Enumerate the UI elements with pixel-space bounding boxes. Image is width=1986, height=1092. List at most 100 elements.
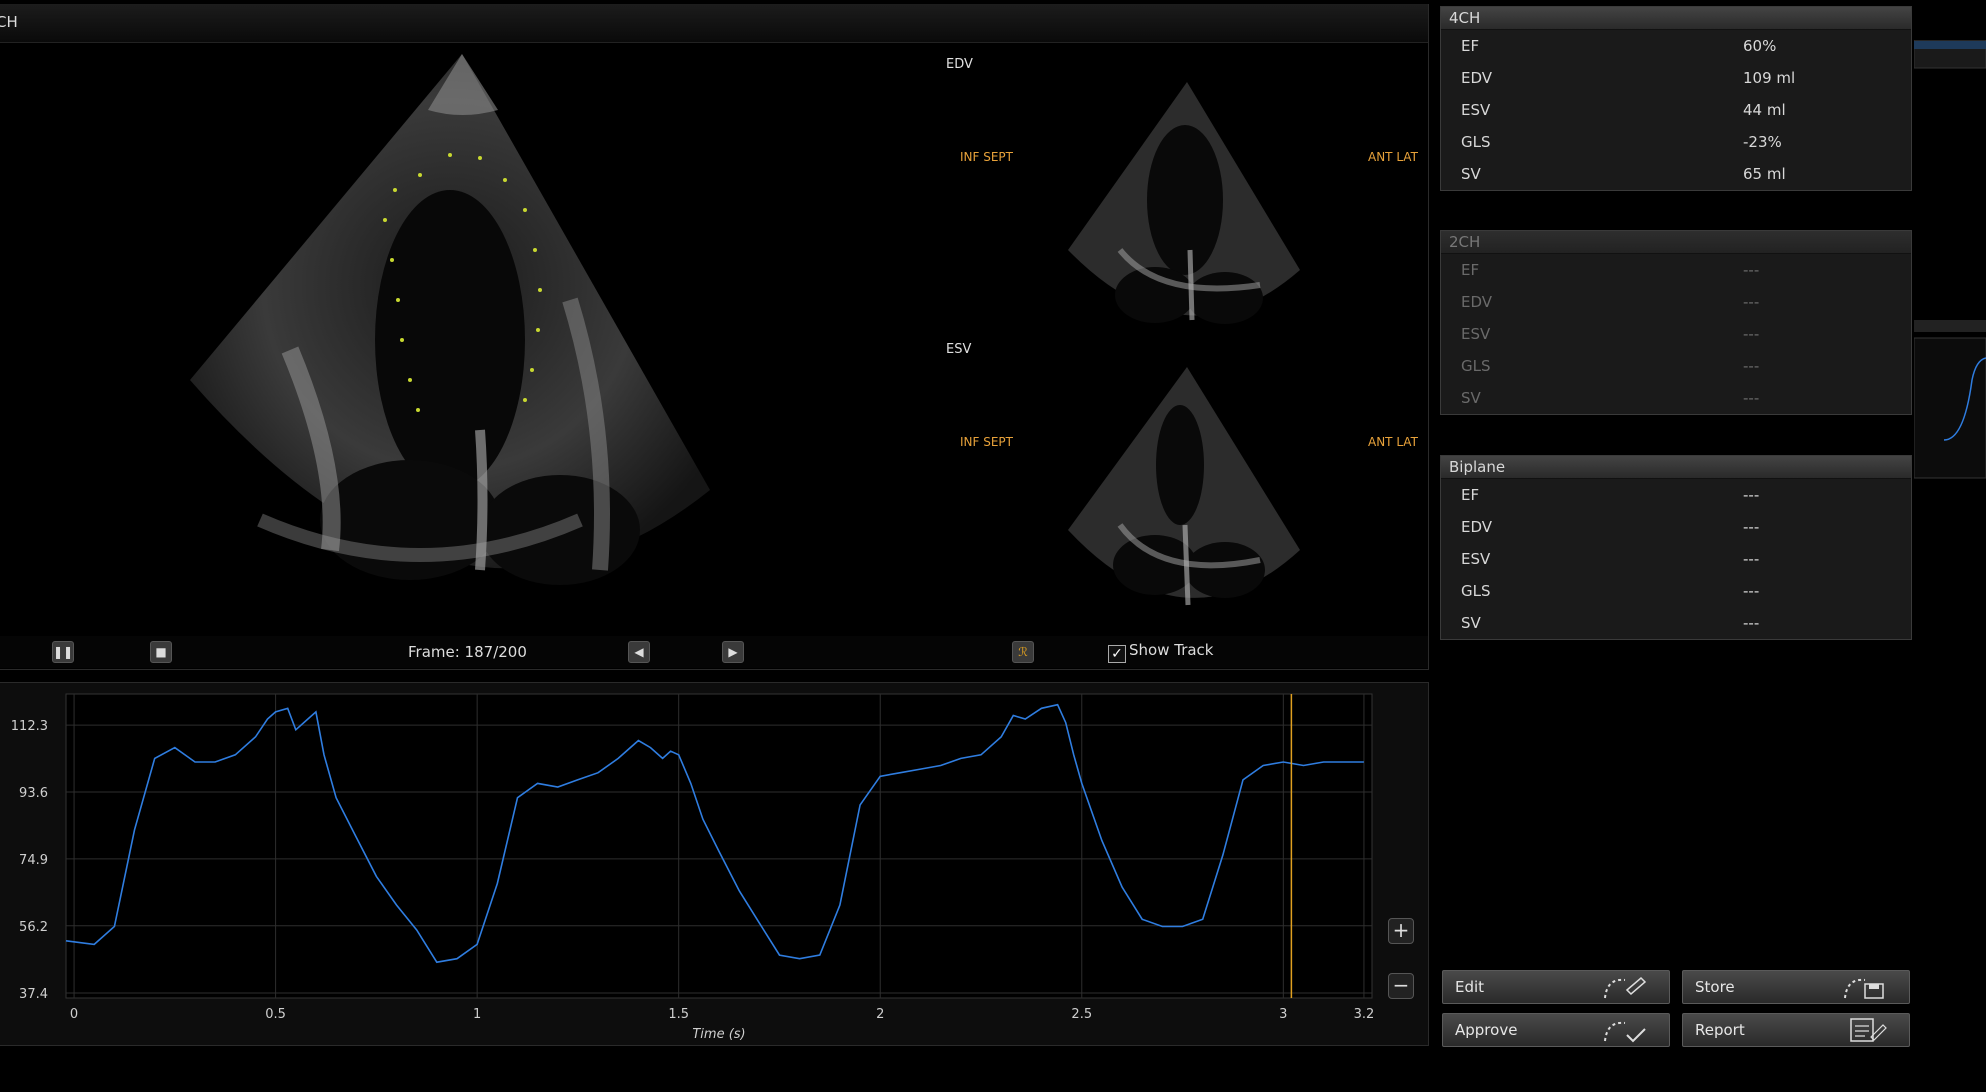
frame-counter: Frame: 187/200: [408, 643, 527, 661]
measurement-row: SV 65 ml: [1441, 158, 1911, 190]
zoom-in-button[interactable]: +: [1388, 918, 1414, 944]
esv-echo-image: [1068, 367, 1300, 606]
measurement-row: SV ---: [1441, 607, 1911, 639]
approve-button-label: Approve: [1455, 1021, 1518, 1039]
measurement-row: ESV ---: [1441, 318, 1911, 350]
volume-curve-chart: 0 0.5 1 1.5 2 2.5 3 3.2 112.3 93.6 74.9 56.2 37.4 Tim…: [11, 693, 1375, 1042]
measurement-value: ---: [1743, 614, 1760, 632]
measurement-name: EF: [1461, 37, 1480, 55]
measurement-row: ESV 44 ml: [1441, 94, 1911, 126]
viewer-title: CH: [0, 13, 18, 31]
x-tick-label: 1.5: [668, 1007, 689, 1022]
plus-icon: +: [1392, 918, 1410, 942]
measurement-name: ESV: [1461, 325, 1491, 343]
x-tick-label: 1: [473, 1007, 481, 1022]
panel-2ch: 2CH EF --- EDV --- ESV --- GLS --- SV ---: [1440, 230, 1912, 415]
panel-2ch-title: 2CH: [1441, 231, 1911, 254]
panel-4ch: 4CH EF 60% EDV 109 ml ESV 44 ml GLS -23% SV 65 ml: [1440, 6, 1912, 191]
playback-bar: ❚❚ ■ Frame: 187/200 ◀ ▶ ℛ ✓ Show Track: [0, 636, 1428, 668]
edit-button[interactable]: Edit: [1442, 970, 1670, 1004]
store-button-label: Store: [1695, 978, 1735, 996]
show-track-toggle[interactable]: ✓ Show Track: [1108, 641, 1214, 663]
measurement-name: ESV: [1461, 101, 1491, 119]
measurement-name: EDV: [1461, 518, 1493, 536]
measurement-value: -23%: [1743, 133, 1782, 151]
esv-inf-sept-marker: INF SEPT: [960, 435, 1013, 449]
measurement-row: EF ---: [1441, 254, 1911, 286]
x-tick-label: 2.5: [1071, 1007, 1092, 1022]
edv-inf-sept-marker: INF SEPT: [960, 150, 1013, 164]
zoom-out-button[interactable]: −: [1388, 973, 1414, 999]
minus-icon: −: [1392, 973, 1410, 997]
show-track-checkbox[interactable]: ✓: [1108, 645, 1126, 663]
stop-button[interactable]: ■: [150, 641, 172, 663]
measurement-name: EF: [1461, 486, 1480, 504]
panel-biplane-title: Biplane: [1441, 456, 1911, 479]
step-back-icon: ◀: [634, 645, 644, 659]
y-tick-label: 93.6: [19, 786, 48, 801]
edv-label: EDV: [946, 57, 973, 72]
pause-button[interactable]: ❚❚: [52, 641, 74, 663]
secondary-window-sliver: [1914, 40, 1986, 479]
edit-button-label: Edit: [1455, 978, 1485, 996]
measurement-value: ---: [1743, 582, 1760, 600]
x-tick-label: 2: [876, 1007, 884, 1022]
measurement-row: GLS ---: [1441, 350, 1911, 382]
y-tick-label: 74.9: [19, 853, 48, 868]
y-tick-label: 56.2: [19, 920, 48, 935]
edv-echo-image: [1068, 82, 1300, 324]
measurement-name: GLS: [1461, 357, 1491, 375]
measurement-row: GLS ---: [1441, 575, 1911, 607]
approve-contour-icon: [1604, 1021, 1646, 1043]
y-tick-label: 112.3: [11, 719, 48, 734]
edv-ant-lat-marker: ANT LAT: [1368, 150, 1418, 164]
measurement-value: ---: [1743, 357, 1760, 375]
measurement-value: ---: [1743, 486, 1760, 504]
measurement-row: EDV ---: [1441, 286, 1911, 318]
x-tick-label: 3.2: [1354, 1007, 1375, 1022]
store-button[interactable]: Store: [1682, 970, 1910, 1004]
measurement-value: ---: [1743, 293, 1760, 311]
step-back-button[interactable]: ◀: [628, 641, 650, 663]
measurement-name: EDV: [1461, 69, 1493, 87]
step-forward-icon: ▶: [728, 645, 738, 659]
esv-ant-lat-marker: ANT LAT: [1368, 435, 1418, 449]
measurement-row: EDV 109 ml: [1441, 62, 1911, 94]
report-icon: [1850, 1018, 1887, 1042]
plot-area: [65, 693, 1373, 999]
measurement-value: 44 ml: [1743, 101, 1786, 119]
measurement-row: GLS -23%: [1441, 126, 1911, 158]
measurement-value: ---: [1743, 389, 1760, 407]
measurement-value: ---: [1743, 550, 1760, 568]
track-icon: ℛ: [1018, 645, 1028, 659]
x-axis-title: Time (s): [692, 1027, 745, 1042]
measurement-row: ESV ---: [1441, 543, 1911, 575]
pause-icon: ❚❚: [53, 645, 74, 659]
measurement-value: ---: [1743, 518, 1760, 536]
measurement-name: GLS: [1461, 133, 1491, 151]
panel-biplane: Biplane EF --- EDV --- ESV --- GLS --- SV ---: [1440, 455, 1912, 640]
measurement-name: EDV: [1461, 293, 1493, 311]
measurement-name: SV: [1461, 165, 1481, 183]
measurement-row: SV ---: [1441, 382, 1911, 414]
measurement-row: EF ---: [1441, 479, 1911, 511]
measurement-value: 109 ml: [1743, 69, 1796, 87]
x-tick-label: 3: [1279, 1007, 1287, 1022]
measurement-name: ESV: [1461, 550, 1491, 568]
report-button[interactable]: Report: [1682, 1013, 1910, 1047]
x-tick-label: 0.5: [265, 1007, 286, 1022]
step-forward-button[interactable]: ▶: [722, 641, 744, 663]
store-contour-icon: [1844, 978, 1884, 999]
show-track-label: Show Track: [1129, 641, 1214, 659]
measurement-value: ---: [1743, 325, 1760, 343]
track-button[interactable]: ℛ: [1012, 641, 1034, 663]
measurement-name: EF: [1461, 261, 1480, 279]
measurement-value: ---: [1743, 261, 1760, 279]
viewer-title-bar: CH: [0, 4, 1428, 43]
x-tick-label: 0: [70, 1007, 78, 1022]
esv-label: ESV: [946, 342, 972, 357]
measurement-name: SV: [1461, 389, 1481, 407]
measurement-name: SV: [1461, 614, 1481, 632]
report-button-label: Report: [1695, 1021, 1745, 1039]
approve-button[interactable]: Approve: [1442, 1013, 1670, 1047]
